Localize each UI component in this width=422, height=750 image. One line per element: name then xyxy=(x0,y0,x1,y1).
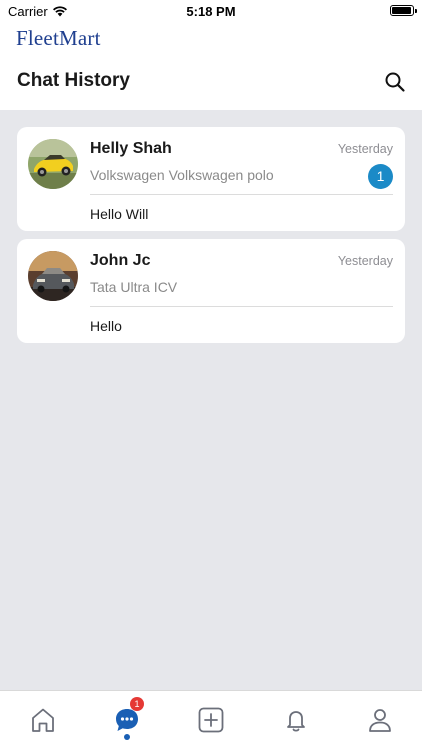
timestamp: Yesterday xyxy=(337,254,393,268)
chat-list-item[interactable]: Helly Shah Volkswagen Volkswagen polo Ye… xyxy=(17,127,405,231)
vehicle-name: Tata Ultra ICV xyxy=(90,279,178,295)
brand-logo: FleetMart xyxy=(16,26,101,50)
tab-bar: 1 xyxy=(0,690,422,750)
avatar xyxy=(28,139,78,189)
divider xyxy=(90,194,393,195)
active-tab-indicator xyxy=(124,734,130,740)
plus-square-icon xyxy=(198,707,224,733)
status-bar: Carrier 5:18 PM xyxy=(0,0,422,22)
divider xyxy=(90,306,393,307)
contact-name: Helly Shah xyxy=(90,140,172,157)
avatar xyxy=(28,251,78,301)
search-icon[interactable] xyxy=(384,71,406,93)
page-title: Chat History xyxy=(17,70,130,91)
home-icon xyxy=(32,708,54,732)
battery-icon xyxy=(390,5,417,16)
user-icon xyxy=(369,709,391,732)
clock: 5:18 PM xyxy=(186,4,236,19)
page-header: Chat History xyxy=(0,56,422,110)
tab-home[interactable] xyxy=(28,705,58,735)
last-message: Hello xyxy=(90,318,122,334)
tab-profile[interactable] xyxy=(365,705,395,735)
chat-list-item[interactable]: John Jc Tata Ultra ICV Yesterday Hello xyxy=(17,239,405,343)
unread-badge: 1 xyxy=(368,164,393,189)
contact-name: John Jc xyxy=(90,252,151,269)
vehicle-name: Volkswagen Volkswagen polo xyxy=(90,167,274,183)
chat-list: Helly Shah Volkswagen Volkswagen polo Ye… xyxy=(0,110,422,690)
last-message: Hello Will xyxy=(90,206,149,222)
chat-notification-badge: 1 xyxy=(130,697,144,711)
tab-add[interactable] xyxy=(196,705,226,735)
timestamp: Yesterday xyxy=(337,142,393,156)
bell-icon xyxy=(287,711,305,732)
tab-notifications[interactable] xyxy=(281,705,311,735)
